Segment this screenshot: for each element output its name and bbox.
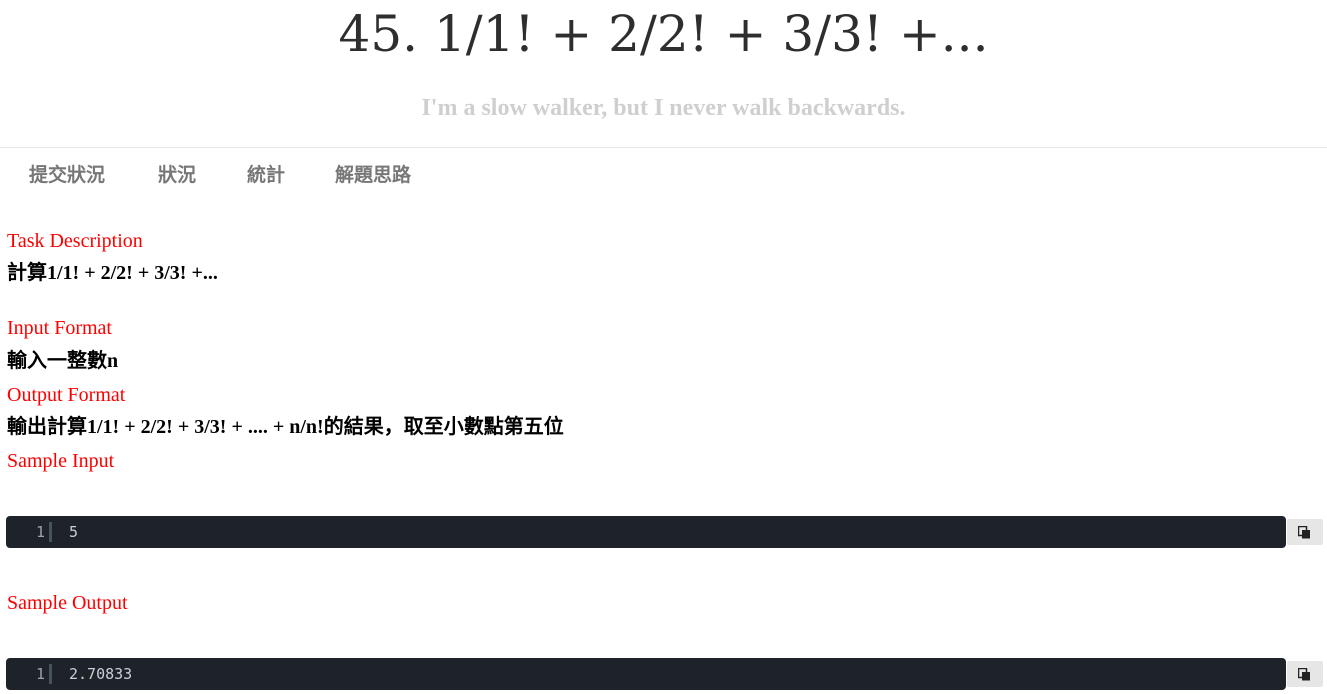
input-format-text: 輸入一整數n bbox=[7, 350, 119, 372]
sample-output-code-block: 1 2.70833 bbox=[6, 658, 1286, 690]
sample-output-code: 2.70833 bbox=[69, 665, 133, 683]
page-subtitle: I'm a slow walker, but I never walk back… bbox=[421, 95, 906, 121]
task-description-text: 計算1/1! + 2/2! + 3/3! +... bbox=[7, 262, 218, 284]
page-title: 45. 1/1! + 2/2! + 3/3! +... bbox=[338, 5, 989, 63]
output-format-label: Output Format bbox=[7, 384, 126, 406]
copy-icon bbox=[1298, 526, 1310, 539]
sample-output-label: Sample Output bbox=[7, 592, 128, 614]
gutter-divider bbox=[49, 522, 52, 542]
tab-submission-status[interactable]: 提交狀況 bbox=[29, 160, 105, 190]
copy-sample-input-button[interactable] bbox=[1287, 519, 1323, 545]
gutter-divider bbox=[49, 664, 52, 684]
copy-icon bbox=[1298, 668, 1310, 681]
line-number: 1 bbox=[36, 523, 46, 541]
output-format-text: 輸出計算1/1! + 2/2! + 3/3! + .... + n/n!的結果，… bbox=[7, 416, 564, 438]
tab-status[interactable]: 狀況 bbox=[158, 160, 196, 190]
line-number: 1 bbox=[36, 665, 46, 683]
input-format-label: Input Format bbox=[7, 317, 112, 339]
site-header: 45. 1/1! + 2/2! + 3/3! +... I'm a slow w… bbox=[0, 0, 1327, 148]
sample-input-code-block: 1 5 bbox=[6, 516, 1286, 548]
task-description-label: Task Description bbox=[7, 230, 143, 252]
tab-statistics[interactable]: 統計 bbox=[247, 160, 285, 190]
sample-input-code: 5 bbox=[69, 523, 79, 541]
sample-input-label: Sample Input bbox=[7, 450, 115, 472]
tab-solution-ideas[interactable]: 解題思路 bbox=[335, 160, 411, 190]
copy-sample-output-button[interactable] bbox=[1287, 661, 1323, 687]
